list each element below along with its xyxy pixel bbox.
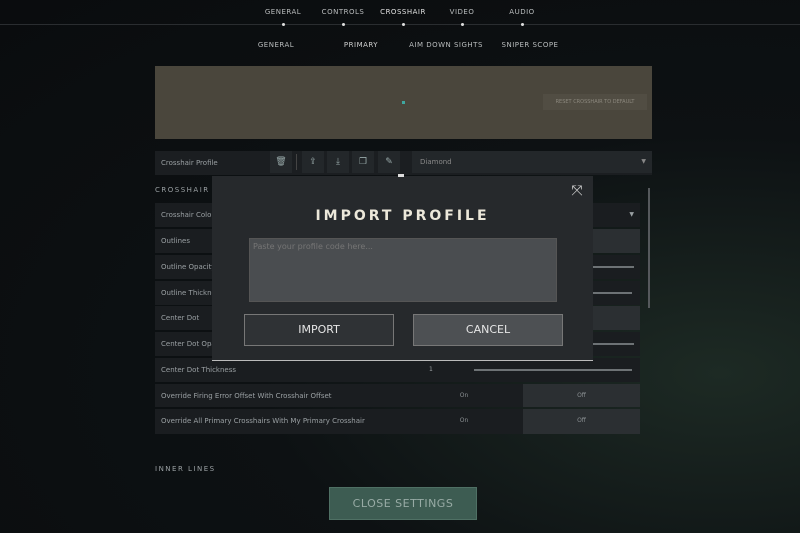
reset-crosshair-button[interactable]: RESET CROSSHAIR TO DEFAULT xyxy=(543,94,647,110)
tab-dot xyxy=(521,23,524,26)
export-icon[interactable]: ⇪ xyxy=(302,151,324,173)
import-button[interactable]: IMPORT xyxy=(244,314,394,346)
chevron-down-icon[interactable]: ▼ xyxy=(629,203,634,227)
modal-top-marker xyxy=(398,174,404,177)
tab-dot xyxy=(342,23,345,26)
import-icon[interactable]: ⤓ xyxy=(327,151,349,173)
subtab-general[interactable]: GENERAL xyxy=(258,41,294,49)
scrollbar[interactable] xyxy=(648,188,650,308)
setting-value: 1 xyxy=(429,366,433,373)
tab-controls[interactable]: CONTROLS xyxy=(322,8,365,16)
crosshair-dot xyxy=(402,101,405,104)
option-on[interactable]: On xyxy=(405,409,523,433)
tab-dot xyxy=(402,23,405,26)
close-icon[interactable]: ⤧ xyxy=(565,179,589,203)
profile-dropdown[interactable]: Diamond ▼ xyxy=(412,151,652,173)
divider xyxy=(296,154,297,170)
option-off[interactable]: Off xyxy=(523,384,640,407)
setting-label: Override All Primary Crosshairs With My … xyxy=(161,417,365,425)
slider[interactable] xyxy=(474,369,632,371)
profile-code-input[interactable] xyxy=(249,238,557,302)
tab-dot xyxy=(282,23,285,26)
option-off[interactable]: Off xyxy=(523,409,640,434)
import-profile-modal: ⤧ IMPORT PROFILE IMPORT CANCEL xyxy=(212,174,593,361)
setting-label: Crosshair Color xyxy=(161,211,215,219)
setting-row: Override Firing Error Offset With Crossh… xyxy=(155,384,640,407)
subtab-sniper-scope[interactable]: SNIPER SCOPE xyxy=(502,41,559,49)
setting-label: Outline Opacity xyxy=(161,263,216,271)
setting-row: Override All Primary Crosshairs With My … xyxy=(155,409,640,434)
close-settings-button[interactable]: CLOSE SETTINGS xyxy=(329,487,477,520)
crosshair-preview: RESET CROSSHAIR TO DEFAULT xyxy=(155,66,652,139)
profile-label: Crosshair Profile xyxy=(161,159,218,167)
modal-title: IMPORT PROFILE xyxy=(315,208,490,224)
tab-audio[interactable]: AUDIO xyxy=(509,8,534,16)
profile-selected: Diamond xyxy=(420,158,452,166)
subtab-aim-down-sights[interactable]: AIM DOWN SIGHTS xyxy=(409,41,483,49)
setting-label: Center Dot xyxy=(161,314,200,322)
cancel-button[interactable]: CANCEL xyxy=(413,314,563,346)
tab-dot xyxy=(461,23,464,26)
chevron-down-icon: ▼ xyxy=(641,158,646,165)
tab-general[interactable]: GENERAL xyxy=(265,8,301,16)
section-inner-lines: INNER LINES xyxy=(155,465,216,473)
delete-icon[interactable]: 🗑 xyxy=(270,151,292,173)
rename-icon[interactable]: ✎ xyxy=(378,151,400,173)
copy-icon[interactable]: ❐ xyxy=(352,151,374,173)
option-on[interactable]: On xyxy=(405,384,523,408)
setting-row: Center Dot Thickness 1 xyxy=(155,358,640,382)
setting-label: Outlines xyxy=(161,237,190,245)
nav-divider xyxy=(0,24,800,25)
subtab-primary[interactable]: PRIMARY xyxy=(344,41,378,49)
setting-label: Center Dot Thickness xyxy=(161,366,237,374)
setting-label: Override Firing Error Offset With Crossh… xyxy=(161,392,332,400)
section-crosshair: CROSSHAIR xyxy=(155,186,210,194)
tab-crosshair[interactable]: CROSSHAIR xyxy=(380,8,426,16)
tab-video[interactable]: VIDEO xyxy=(450,8,475,16)
